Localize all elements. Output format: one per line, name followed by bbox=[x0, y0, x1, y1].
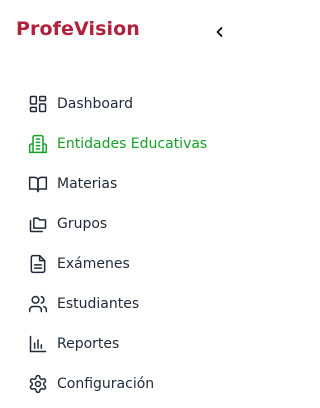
sidebar-item-label: Dashboard bbox=[57, 96, 133, 112]
settings-gear-icon bbox=[28, 374, 48, 394]
file-text-icon bbox=[28, 254, 48, 274]
sidebar-item-label: Entidades Educativas bbox=[57, 136, 208, 152]
sidebar-item-label: Reportes bbox=[57, 336, 120, 352]
sidebar-item-dashboard[interactable]: Dashboard bbox=[0, 84, 256, 124]
sidebar-item-label: Materias bbox=[57, 176, 118, 192]
sidebar-item-grupos[interactable]: Grupos bbox=[0, 204, 256, 244]
book-open-icon bbox=[28, 174, 48, 194]
sidebar-item-label: Exámenes bbox=[57, 256, 130, 272]
building-icon bbox=[28, 134, 48, 154]
sidebar: ProfeVision Dashboard Entidades Educativ… bbox=[0, 0, 256, 408]
brand-logo-text[interactable]: ProfeVision bbox=[16, 18, 140, 40]
sidebar-item-entidades-educativas[interactable]: Entidades Educativas bbox=[0, 124, 256, 164]
folders-icon bbox=[28, 214, 48, 234]
sidebar-item-label: Configuración bbox=[57, 376, 155, 392]
chevron-left-icon bbox=[216, 27, 223, 37]
bar-chart-icon bbox=[28, 334, 48, 354]
sidebar-item-reportes[interactable]: Reportes bbox=[0, 324, 256, 364]
sidebar-item-estudiantes[interactable]: Estudiantes bbox=[0, 284, 256, 324]
collapse-sidebar-button[interactable] bbox=[208, 20, 232, 44]
sidebar-item-materias[interactable]: Materias bbox=[0, 164, 256, 204]
sidebar-item-label: Estudiantes bbox=[57, 296, 140, 312]
users-icon bbox=[28, 294, 48, 314]
sidebar-nav: Dashboard Entidades Educativas Materias bbox=[0, 84, 256, 404]
sidebar-item-configuracion[interactable]: Configuración bbox=[0, 364, 256, 404]
sidebar-header: ProfeVision bbox=[0, 0, 256, 62]
sidebar-item-examenes[interactable]: Exámenes bbox=[0, 244, 256, 284]
sidebar-item-label: Grupos bbox=[57, 216, 108, 232]
dashboard-grid-icon bbox=[28, 94, 48, 114]
